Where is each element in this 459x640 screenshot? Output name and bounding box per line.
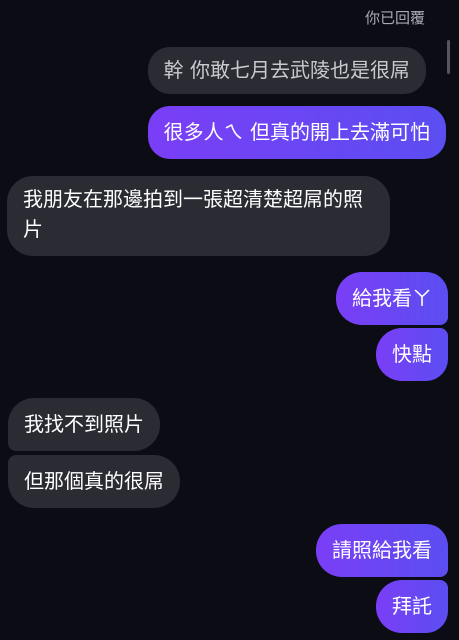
quoted-reply-bubble[interactable]: 幹 你敢七月去武陵也是很屌 [147, 47, 426, 94]
incoming-message[interactable]: 但那個真的很屌 [8, 455, 180, 508]
outgoing-message[interactable]: 快點 [376, 328, 448, 381]
reply-status-label: 你已回覆 [364, 9, 425, 27]
incoming-message[interactable]: 我找不到照片 [8, 398, 160, 451]
scrollbar[interactable] [447, 40, 450, 74]
incoming-message[interactable]: 我朋友在那邊拍到一張超清楚超屌的照片 [7, 176, 390, 256]
outgoing-message[interactable]: 拜託 [376, 580, 448, 633]
outgoing-message[interactable]: 給我看ㄚ [336, 272, 448, 325]
outgoing-message[interactable]: 很多人ㄟ 但真的開上去滿可怕 [147, 106, 446, 159]
outgoing-message[interactable]: 請照給我看 [316, 524, 448, 577]
